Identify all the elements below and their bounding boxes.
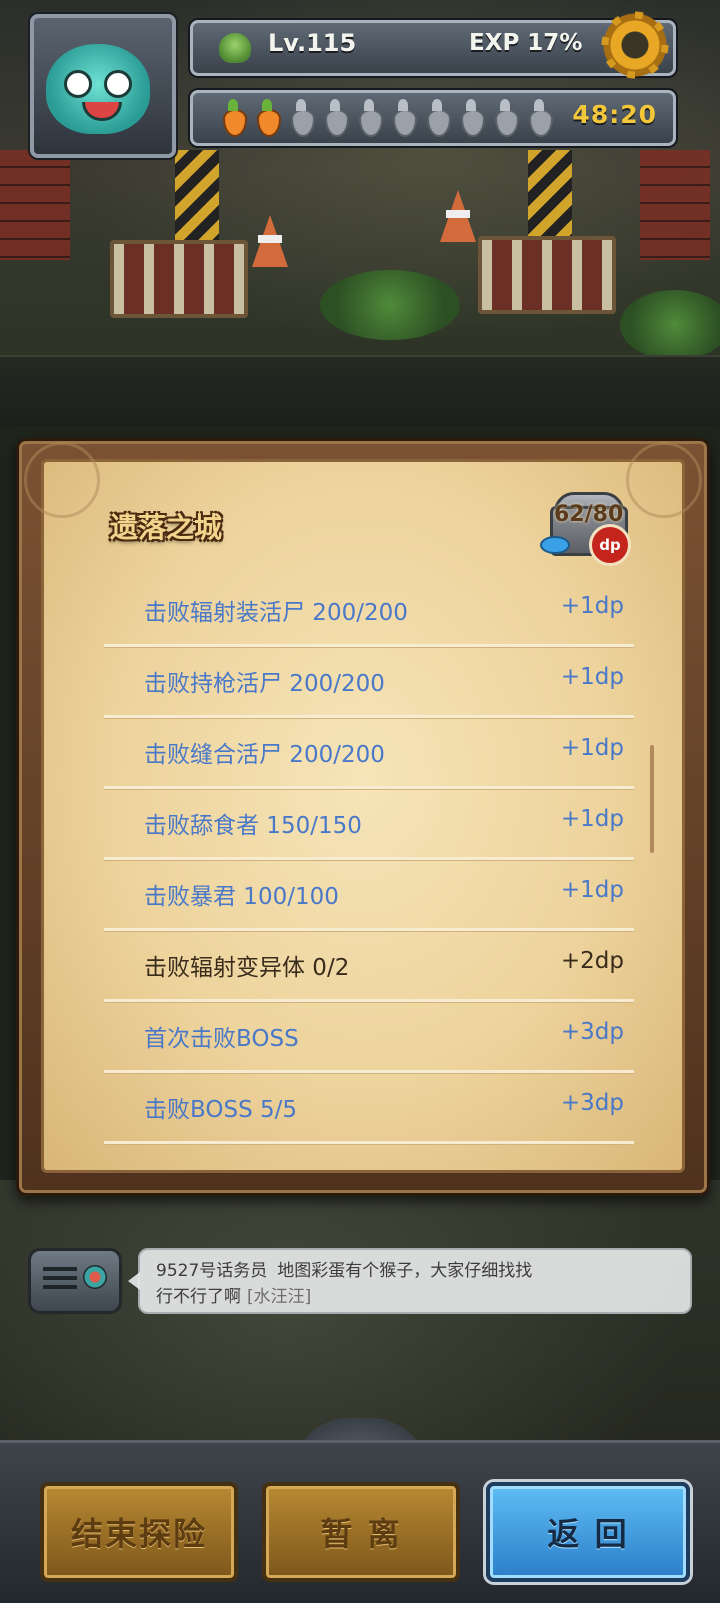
stamina-timer: 48:20 [572, 100, 657, 129]
carrot-empty-icon [489, 99, 521, 137]
foliage [620, 290, 720, 360]
pause-away-button[interactable]: 暂 离 [262, 1482, 460, 1582]
quest-row: 击败持枪活尸 200/200 +1dp [104, 647, 634, 718]
quest-reward: +3dp [560, 1090, 624, 1116]
barricade-right [478, 236, 616, 314]
quest-row: 首次击败BOSS +3dp [104, 1002, 634, 1073]
player-level: Lv.115 [268, 29, 357, 57]
chat-sender: 9527号话务员 [156, 1261, 268, 1281]
quest-row: 击败缝合活尸 200/200 +1dp [104, 718, 634, 789]
chat-emote: [水汪汪] [247, 1287, 312, 1307]
quest-list[interactable]: 击败辐射装活尸 200/200 +1dp 击败持枪活尸 200/200 +1dp 击… [104, 576, 634, 1144]
carrot-full-icon [217, 99, 249, 137]
quest-label: 击败辐射变异体 0/2 [144, 955, 350, 981]
carrot-empty-icon [421, 99, 453, 137]
carrot-empty-icon [319, 99, 351, 137]
radio-knob [83, 1265, 107, 1289]
exp-percent: EXP 17% [469, 30, 583, 56]
carrot-empty-icon [523, 99, 555, 137]
carrot-full-icon [251, 99, 283, 137]
quest-reward: +1dp [560, 593, 624, 619]
quest-label: 击败暴君 100/100 [144, 884, 339, 910]
quest-label: 首次击败BOSS [144, 1026, 299, 1052]
quest-label: 击败辐射装活尸 200/200 [144, 600, 408, 626]
radio-chat-icon[interactable] [28, 1248, 122, 1314]
ornament-corner [626, 442, 702, 518]
traffic-cone-left [252, 215, 288, 267]
end-expedition-button[interactable]: 结束探险 [40, 1482, 238, 1582]
brick-wall-left [0, 150, 70, 260]
avatar-eye [64, 70, 92, 98]
quest-reward: +3dp [560, 1019, 624, 1045]
traffic-cone-right [440, 190, 476, 242]
quest-label: 击败缝合活尸 200/200 [144, 742, 385, 768]
quest-panel: 遗落之城 62/80 dp 击败辐射装活尸 200/200 +1dp 击败持枪活尸… [16, 438, 710, 1196]
quest-reward: +1dp [560, 877, 624, 903]
carrot-empty-icon [285, 99, 317, 137]
player-avatar-frame[interactable] [30, 14, 176, 158]
barricade-left [110, 240, 248, 318]
quest-row-active: 击败辐射变异体 0/2 +2dp [104, 931, 634, 1002]
gem-icon [540, 536, 570, 554]
settings-gear-icon[interactable] [602, 12, 668, 78]
quest-label: 击败BOSS 5/5 [144, 1097, 298, 1123]
back-button[interactable]: 返 回 [486, 1482, 690, 1582]
chat-line-2: 行不行了啊 [水汪汪] [156, 1282, 311, 1307]
quest-list-scrollbar[interactable] [650, 745, 654, 853]
avatar-mouth [82, 102, 122, 121]
ornament-corner [24, 442, 100, 518]
stamina-carrots [217, 99, 555, 137]
quest-label: 击败舔食者 150/150 [144, 813, 362, 839]
player-avatar [46, 44, 150, 134]
chat-message: 行不行了啊 [156, 1287, 241, 1307]
quest-label: 击败持枪活尸 200/200 [144, 671, 385, 697]
carrot-empty-icon [353, 99, 385, 137]
quest-reward: +1dp [560, 664, 624, 690]
quest-row: 击败舔食者 150/150 +1dp [104, 789, 634, 860]
stamina-bar: 48:20 [190, 90, 676, 146]
foliage [320, 270, 460, 340]
brick-wall-right [640, 150, 710, 260]
tree-icon [219, 33, 251, 63]
quest-row: 击败BOSS 5/5 +3dp [104, 1073, 634, 1144]
carrot-empty-icon [455, 99, 487, 137]
quest-panel-parchment: 遗落之城 62/80 dp 击败辐射装活尸 200/200 +1dp 击败持枪活尸… [24, 442, 702, 1173]
quest-reward: +1dp [560, 735, 624, 761]
avatar-eye [104, 70, 132, 98]
chat-bubble[interactable]: 9527号话务员 地图彩蛋有个猴子，大家仔细找找 行不行了啊 [水汪汪] [128, 1248, 692, 1314]
quest-reward: +2dp [560, 948, 624, 974]
quest-row: 击败暴君 100/100 +1dp [104, 860, 634, 931]
chat-line-1: 9527号话务员 地图彩蛋有个猴子，大家仔细找找 [156, 1256, 532, 1281]
carrot-empty-icon [387, 99, 419, 137]
chat-message: 地图彩蛋有个猴子，大家仔细找找 [277, 1261, 533, 1281]
map-title: 遗落之城 [110, 511, 223, 544]
stone-ledge [0, 355, 720, 427]
dp-badge-icon: dp [589, 524, 631, 566]
quest-row: 击败辐射装活尸 200/200 +1dp [104, 576, 634, 647]
speaker-grille [43, 1267, 77, 1293]
quest-reward: +1dp [560, 806, 624, 832]
